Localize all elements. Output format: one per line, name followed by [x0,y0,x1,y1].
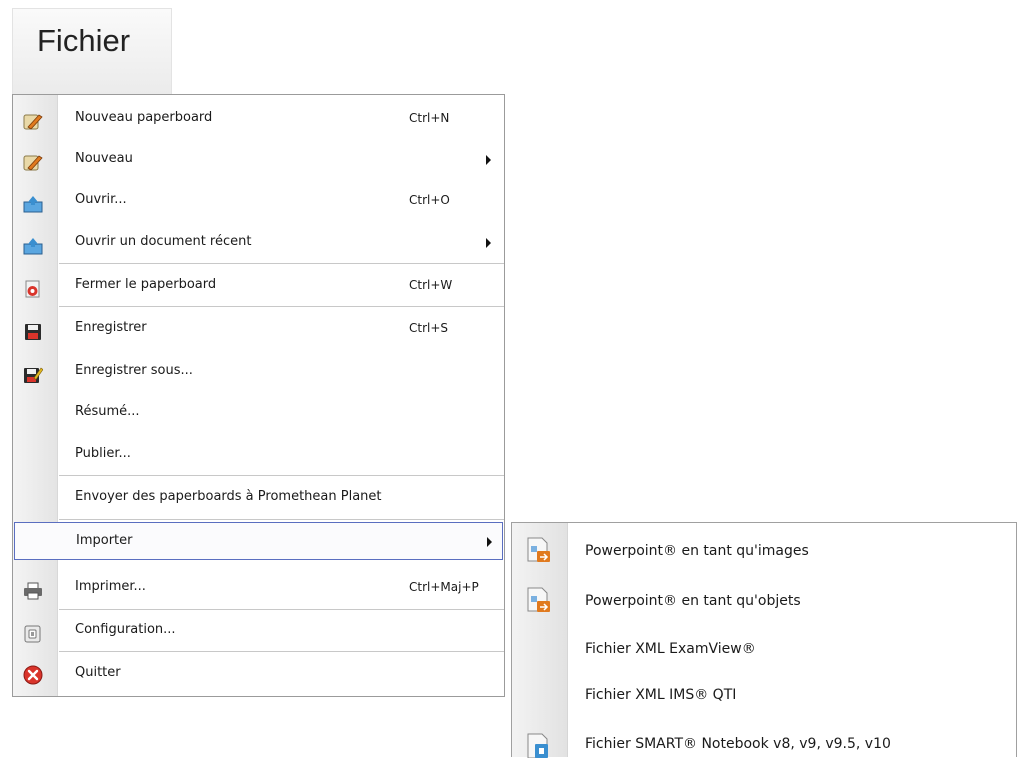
smart-notebook-icon [526,730,552,759]
powerpoint-import-icon [526,537,552,565]
menu-separator [59,519,504,520]
exit-icon [23,663,43,685]
save-as-icon [23,362,44,383]
menu-item-summary[interactable]: Résumé... [13,393,504,431]
file-menu-label: Fichier [37,23,131,58]
open-icon [23,191,43,213]
submenu-arrow-icon [487,537,492,547]
menu-item-new[interactable]: Nouveau [13,140,504,178]
new-flipchart-icon [23,109,43,130]
save-icon [23,319,43,340]
submenu-item-powerpoint-images[interactable]: Powerpoint® en tant qu'images [512,527,1016,575]
menu-item-send-promethean-planet[interactable]: Envoyer des paperboards à Promethean Pla… [13,478,504,516]
menu-item-new-flipchart[interactable]: Nouveau paperboard Ctrl+N [13,99,504,137]
menu-item-close-flipchart[interactable]: Fermer le paperboard Ctrl+W [13,266,504,304]
powerpoint-import-icon [526,587,552,615]
import-submenu: Powerpoint® en tant qu'images Powerpoint… [511,522,1017,759]
menu-item-configuration[interactable]: Configuration... [13,611,504,649]
file-menu: Nouveau paperboard Ctrl+N Nouveau Ouvrir… [12,94,505,697]
menu-item-open[interactable]: Ouvrir... Ctrl+O [13,181,504,219]
new-icon [23,150,43,171]
submenu-item-smart-notebook[interactable]: Fichier SMART® Notebook v8, v9, v9.5, v1… [512,720,1016,768]
submenu-arrow-icon [486,155,491,165]
printer-icon [23,578,43,600]
submenu-item-ims-qti-xml[interactable]: Fichier XML IMS® QTI [512,671,1016,719]
menu-separator [59,609,504,610]
menu-item-save-as[interactable]: Enregistrer sous... [13,352,504,390]
submenu-item-examview-xml[interactable]: Fichier XML ExamView® [512,625,1016,673]
menu-item-publish[interactable]: Publier... [13,435,504,473]
menu-separator [59,651,504,652]
menu-separator [59,263,504,264]
menu-item-import[interactable]: Importer [14,522,503,560]
submenu-arrow-icon [486,238,491,248]
open-recent-icon [23,233,43,255]
menu-separator [59,306,504,307]
submenu-item-powerpoint-objects[interactable]: Powerpoint® en tant qu'objets [512,577,1016,625]
menu-item-open-recent[interactable]: Ouvrir un document récent [13,223,504,261]
menu-item-save[interactable]: Enregistrer Ctrl+S [13,309,504,347]
settings-icon [23,621,43,643]
file-menu-tab[interactable]: Fichier [12,8,172,94]
close-flipchart-icon [23,276,43,298]
menu-item-print[interactable]: Imprimer... Ctrl+Maj+P [13,568,504,606]
menu-item-quit[interactable]: Quitter [13,654,504,692]
menu-separator [59,475,504,476]
